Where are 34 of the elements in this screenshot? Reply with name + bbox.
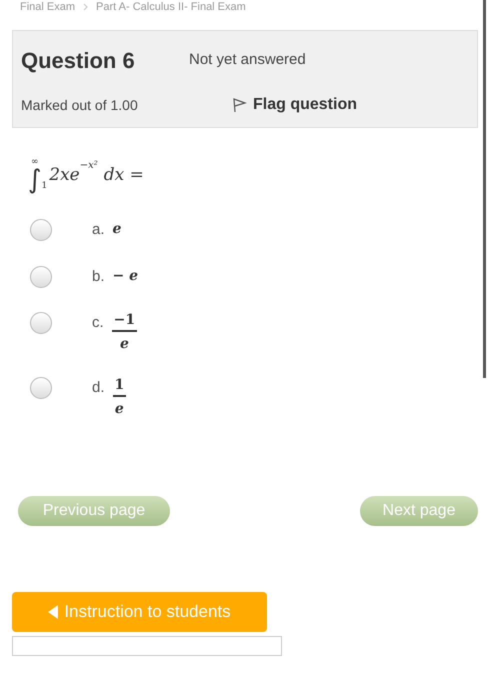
left-triangle-icon bbox=[48, 605, 58, 619]
integral-upper-limit: ∞ bbox=[31, 158, 39, 167]
chevron-right-icon bbox=[83, 3, 88, 11]
question-marks: Marked out of 1.00 bbox=[21, 96, 139, 114]
exponent-text: −x² bbox=[80, 159, 98, 173]
radio-button[interactable] bbox=[30, 312, 52, 334]
previous-page-button[interactable]: Previous page bbox=[18, 496, 170, 526]
radio-button[interactable] bbox=[30, 266, 52, 288]
flag-question-button[interactable]: Flag question bbox=[233, 93, 357, 117]
integral-lower-limit: 1 bbox=[42, 180, 48, 192]
answer-math: e bbox=[112, 220, 122, 239]
dropdown-field[interactable] bbox=[12, 636, 282, 656]
fraction-denominator: e bbox=[114, 400, 124, 418]
option-letter: d. bbox=[92, 378, 105, 398]
fraction-numerator: −1 bbox=[112, 312, 138, 332]
integrand-text: 2xe bbox=[49, 164, 80, 187]
breadcrumb-link[interactable]: Part A- Calculus II- Final Exam bbox=[96, 0, 246, 16]
option-letter: b. bbox=[92, 266, 105, 286]
breadcrumb-link[interactable]: Final Exam bbox=[20, 0, 76, 16]
integral-sign: ∫ bbox=[28, 167, 42, 193]
radio-button[interactable] bbox=[30, 377, 52, 399]
option-letter: a. bbox=[92, 220, 105, 240]
differential-text: dx = bbox=[104, 164, 144, 187]
answer-math: − e bbox=[112, 266, 138, 286]
instruction-button[interactable]: Instruction to students bbox=[12, 592, 267, 632]
next-page-button[interactable]: Next page bbox=[360, 496, 478, 526]
question-status: Not yet answered bbox=[189, 50, 306, 70]
option-letter: c. bbox=[92, 313, 104, 333]
fraction-numerator: 1 bbox=[112, 377, 126, 396]
fraction-denominator: e bbox=[120, 336, 129, 353]
radio-button[interactable] bbox=[30, 219, 52, 241]
scrollbar[interactable] bbox=[483, 0, 486, 378]
question-title: Question 6 bbox=[21, 47, 136, 75]
flag-icon bbox=[233, 97, 247, 113]
